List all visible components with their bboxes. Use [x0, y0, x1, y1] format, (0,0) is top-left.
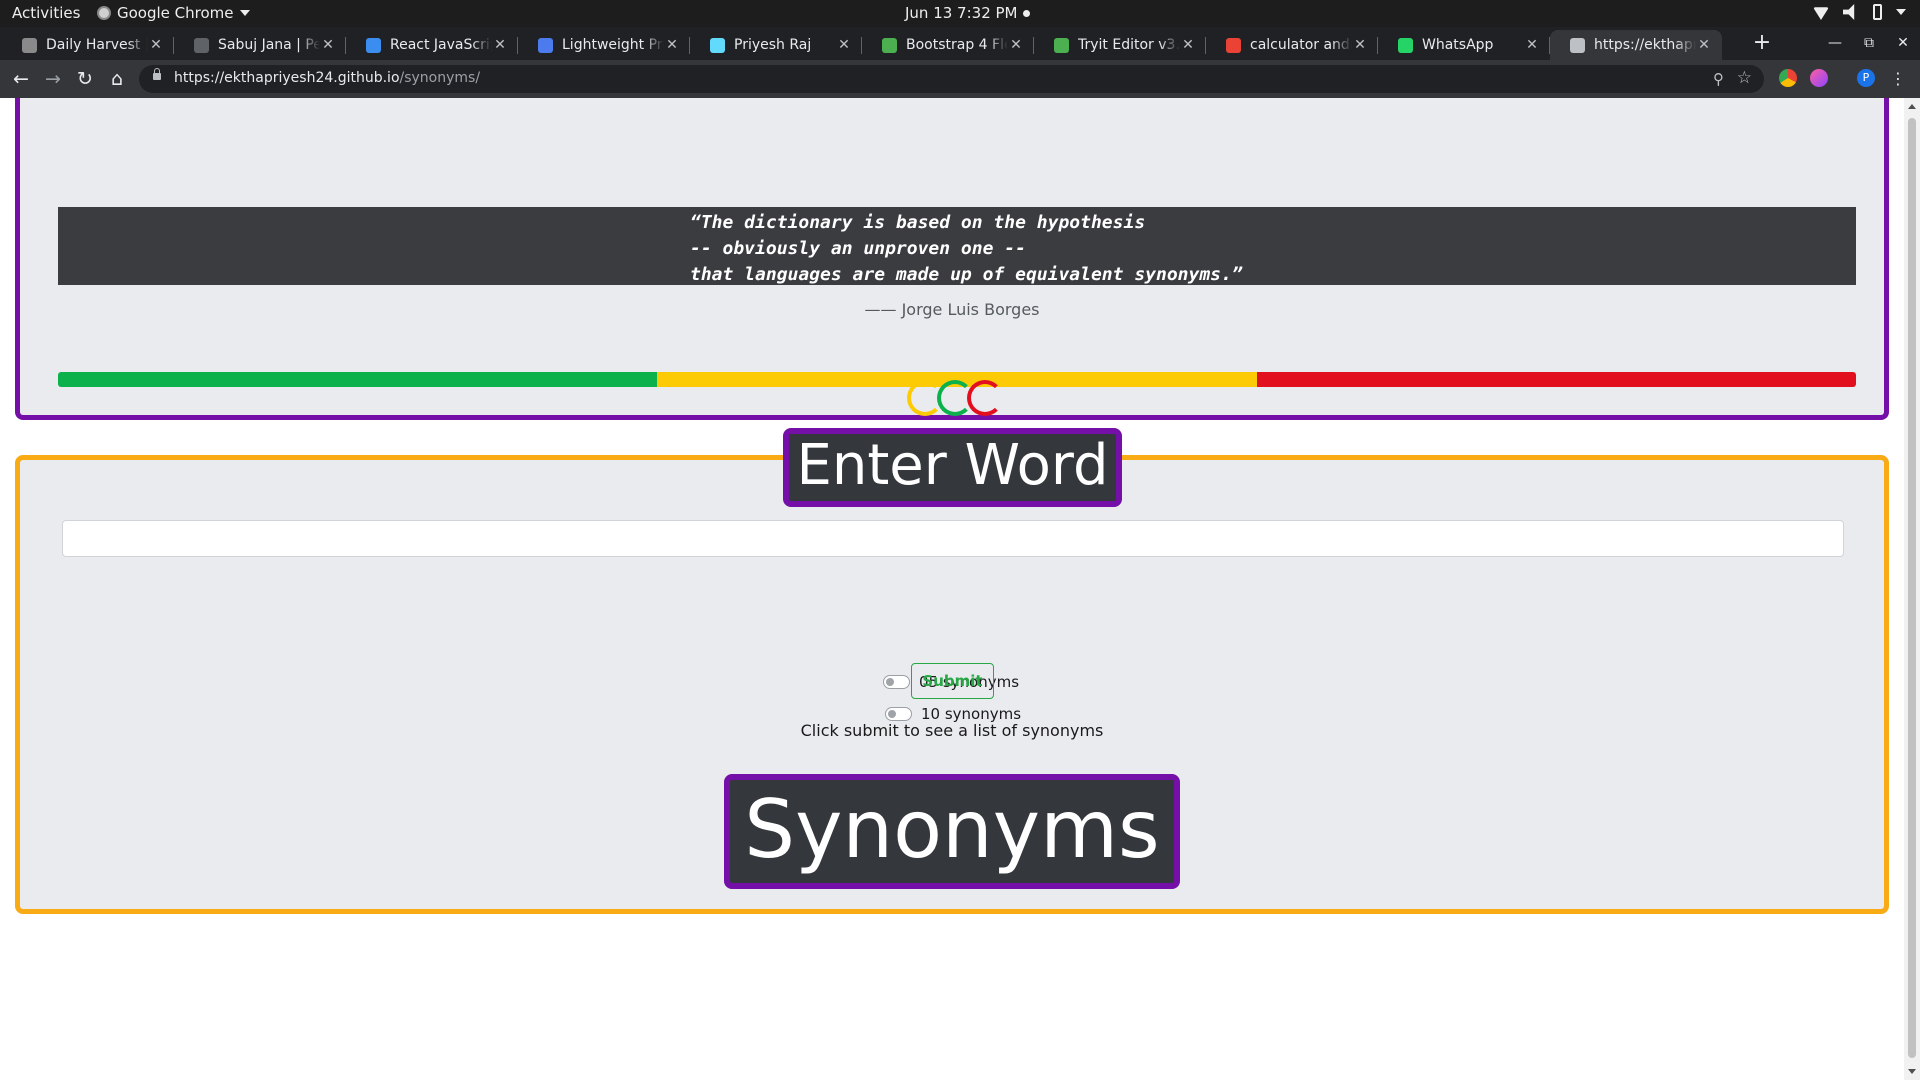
system-top-bar: Activities Google Chrome Jun 13 7:32 PM	[0, 0, 1920, 27]
page-content: “The dictionary is based on the hypothes…	[0, 98, 1904, 1080]
tab-favicon-icon	[538, 37, 553, 53]
battery-icon	[1873, 4, 1882, 20]
quote-card: “The dictionary is based on the hypothes…	[15, 98, 1889, 420]
chrome-icon	[97, 6, 111, 20]
tab-title: React JavaScript	[390, 37, 492, 53]
reload-icon[interactable]: ↻	[72, 66, 98, 92]
browser-tab[interactable]: https://ekthapr ✕	[1550, 30, 1722, 60]
page-scrollbar[interactable]	[1904, 98, 1920, 1080]
browser-tab[interactable]: calculator andro✕	[1206, 30, 1378, 60]
tab-title: calculator andro	[1250, 37, 1352, 53]
tab-favicon-icon	[366, 37, 381, 53]
address-bar[interactable]: https://ekthapriyesh24.github.io/synonym…	[139, 65, 1764, 93]
close-tab-icon[interactable]: ✕	[836, 37, 852, 53]
tab-favicon-icon	[194, 37, 209, 53]
tab-favicon-icon	[1398, 37, 1413, 53]
app-menu-label: Google Chrome	[117, 4, 234, 22]
close-tab-icon[interactable]: ✕	[320, 37, 336, 53]
close-window-button[interactable]: ✕	[1886, 27, 1920, 60]
tab-title: Lightweight Pro	[562, 37, 664, 53]
tab-favicon-icon	[1054, 37, 1069, 53]
url-path: /synonyms/	[399, 70, 481, 86]
browser-tab[interactable]: Lightweight Pro ✕	[518, 30, 690, 60]
enter-word-heading: Enter Word	[783, 428, 1122, 507]
submit-button[interactable]: Submit	[911, 663, 994, 699]
tab-title: Daily Harvest | C	[46, 37, 148, 53]
tab-favicon-icon	[22, 37, 37, 53]
tab-title: Tryit Editor v3.6	[1078, 37, 1180, 53]
close-tab-icon[interactable]: ✕	[1180, 37, 1196, 53]
browser-tab[interactable]: Priyesh Raj ✕	[690, 30, 862, 60]
tab-favicon-icon	[1226, 37, 1241, 53]
browser-tab[interactable]: Daily Harvest | C✕	[2, 30, 174, 60]
zoom-icon[interactable]: ⚲	[1713, 70, 1724, 88]
system-tray[interactable]	[1813, 4, 1906, 20]
submit-hint: Click submit to see a list of synonyms	[800, 721, 1104, 740]
chevron-down-icon	[239, 10, 250, 16]
scroll-up-icon[interactable]	[1908, 104, 1916, 109]
clock[interactable]: Jun 13 7:32 PM	[905, 4, 1030, 22]
close-tab-icon[interactable]: ✕	[1524, 37, 1540, 53]
extension-icon[interactable]	[1810, 69, 1828, 87]
quote-line: that languages are made up of equivalent…	[690, 264, 1243, 285]
close-tab-icon[interactable]: ✕	[1008, 37, 1024, 53]
volume-icon	[1843, 4, 1855, 20]
close-tab-icon[interactable]: ✕	[492, 37, 508, 53]
close-tab-icon[interactable]: ✕	[1352, 37, 1368, 53]
browser-tab[interactable]: Sabuj Jana | Per ✕	[174, 30, 346, 60]
quote-line: “The dictionary is based on the hypothes…	[690, 212, 1146, 233]
app-menu[interactable]: Google Chrome	[97, 4, 250, 22]
home-icon[interactable]: ⌂	[104, 66, 130, 92]
new-tab-button[interactable]: +	[1748, 29, 1776, 57]
tab-title: Priyesh Raj	[734, 37, 812, 53]
url-text: https://ekthapriyesh24.github.io/synonym…	[174, 70, 480, 86]
synonyms-heading: Synonyms	[724, 774, 1180, 889]
forward-arrow-icon[interactable]: →	[40, 66, 66, 92]
tab-title: Sabuj Jana | Per	[218, 37, 320, 53]
tab-favicon-icon	[710, 37, 725, 53]
scroll-thumb[interactable]	[1908, 118, 1916, 1058]
tab-title: Bootstrap 4 Flex	[906, 37, 1008, 53]
rings-bottom-icon	[907, 380, 1017, 416]
url-host: https://ekthapriyesh24.github.io	[174, 70, 400, 86]
quote-author: —— Jorge Luis Borges	[864, 300, 1040, 319]
extension-icon[interactable]	[1779, 69, 1797, 87]
notification-dot-icon	[1022, 10, 1030, 17]
clock-label: Jun 13 7:32 PM	[905, 4, 1018, 22]
bookmark-star-icon[interactable]: ☆	[1737, 68, 1752, 88]
browser-tab[interactable]: Bootstrap 4 Flex✕	[862, 30, 1034, 60]
tab-title: https://ekthapr	[1594, 37, 1696, 53]
browser-tab[interactable]: Tryit Editor v3.6 ✕	[1034, 30, 1206, 60]
tab-favicon-icon	[1570, 37, 1585, 53]
chevron-down-icon	[1896, 9, 1906, 15]
wifi-icon	[1813, 7, 1829, 20]
ring-red-icon	[967, 380, 1003, 416]
tab-favicon-icon	[882, 37, 897, 53]
close-tab-icon[interactable]: ✕	[148, 37, 164, 53]
scroll-down-icon[interactable]	[1908, 1069, 1916, 1074]
tab-strip: Daily Harvest | C✕Sabuj Jana | Per✕React…	[0, 27, 1920, 60]
toggle-switch[interactable]	[883, 675, 910, 689]
lock-icon	[153, 68, 161, 80]
restore-button[interactable]: ⧉	[1852, 27, 1886, 60]
minimize-button[interactable]: —	[1818, 27, 1852, 60]
profile-avatar[interactable]: P	[1857, 69, 1875, 87]
browser-toolbar: ← → ↻ ⌂ https://ekthapriyesh24.github.io…	[0, 60, 1920, 98]
browser-tab[interactable]: WhatsApp ✕	[1378, 30, 1550, 60]
back-arrow-icon[interactable]: ←	[8, 66, 34, 92]
browser-tab[interactable]: React JavaScript✕	[346, 30, 518, 60]
toggle-switch[interactable]	[885, 707, 912, 721]
word-input[interactable]	[62, 520, 1844, 557]
quote-text: “The dictionary is based on the hypothes…	[58, 207, 1856, 285]
activities-button[interactable]: Activities	[12, 4, 80, 22]
close-tab-icon[interactable]: ✕	[1696, 37, 1712, 53]
quote-line: -- obviously an unproven one --	[690, 238, 1026, 259]
menu-kebab-icon[interactable]: ⋮	[1885, 66, 1911, 92]
tab-title: WhatsApp	[1422, 37, 1494, 53]
close-tab-icon[interactable]: ✕	[664, 37, 680, 53]
